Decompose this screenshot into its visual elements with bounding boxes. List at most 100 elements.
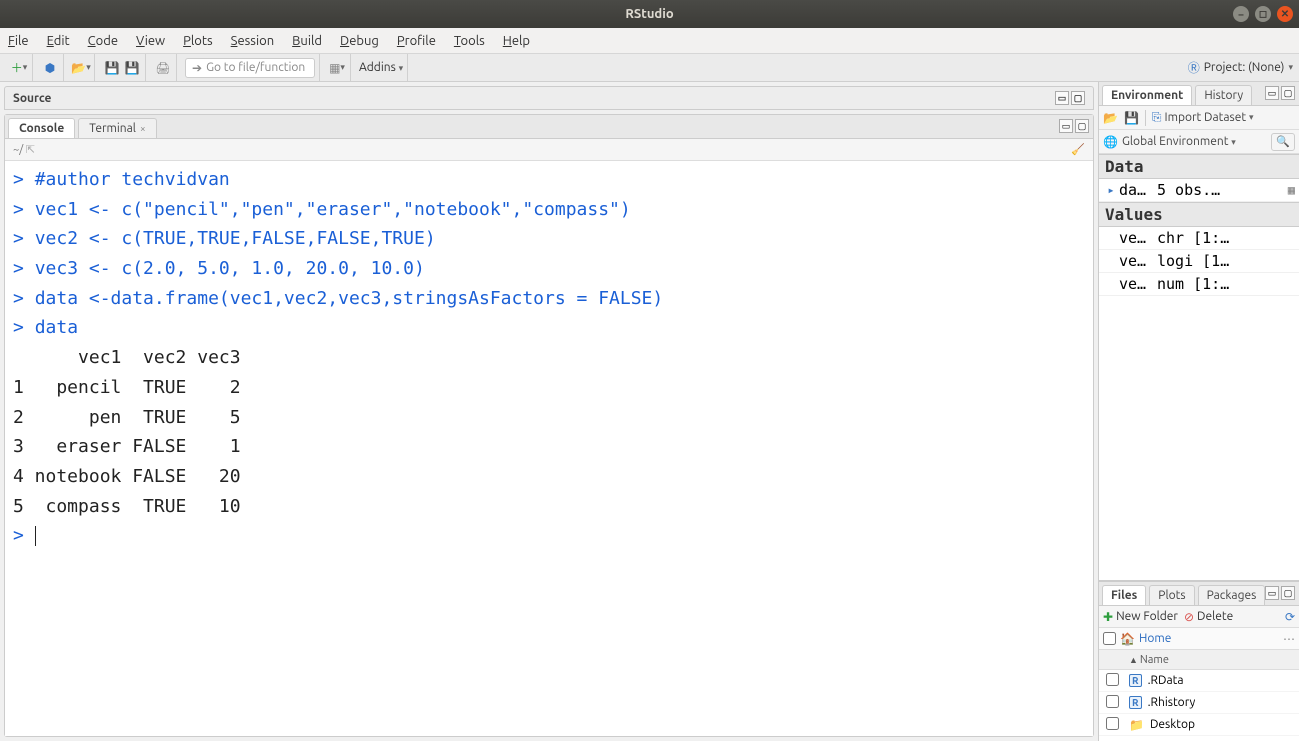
env-row[interactable]: ▸da…5 obs.…▦ [1099,179,1299,202]
source-pane-header: Source ▭ ▢ [4,86,1094,110]
grid-icon[interactable]: ▦▾ [328,59,346,77]
goto-file-input[interactable]: ➔ Go to file/function [185,58,315,78]
files-breadcrumb: 🏠 Home ⋯ [1099,628,1299,650]
files-name-column[interactable]: ▲Name [1125,654,1299,666]
env-minimize-icon[interactable]: ▭ [1265,86,1279,100]
menu-view[interactable]: View [136,34,165,48]
addins-menu[interactable]: Addins ▾ [359,61,403,74]
env-var-name: da… [1119,181,1153,199]
files-list[interactable]: R.RData R .Rhistory 📁 Desktop [1099,670,1299,741]
minimize-button[interactable]: – [1233,6,1249,22]
main-toolbar: ＋▾ ⬢ 📂▾ 💾 💾 🖨 ➔ Go to file/function ▦▾ A… [0,54,1299,82]
source-maximize-icon[interactable]: ▢ [1071,91,1085,105]
close-button[interactable]: ✕ [1277,6,1293,22]
close-icon[interactable]: × [140,123,146,134]
console-sub-toolbar: ~/ ⇱ 🧹 [5,139,1093,161]
environment-list[interactable]: Data▸da…5 obs.…▦Valuesve…chr [1:…ve…logi… [1099,154,1299,580]
env-search-input[interactable]: 🔍 [1271,133,1295,151]
window-title: RStudio [625,7,673,21]
titlebar: RStudio – ◻ ✕ [0,0,1299,28]
load-workspace-icon[interactable]: 📂 [1103,111,1118,125]
save-all-icon[interactable]: 💾 [123,59,141,77]
env-var-name: ve… [1119,252,1153,270]
menu-session[interactable]: Session [231,34,274,48]
file-row[interactable]: R .Rhistory [1099,692,1299,714]
file-name: Desktop [1150,718,1195,731]
menu-help[interactable]: Help [503,34,530,48]
folder-icon: 📁 [1129,718,1144,732]
env-var-name: ve… [1119,275,1153,293]
tab-packages[interactable]: Packages [1198,585,1266,605]
files-maximize-icon[interactable]: ▢ [1281,586,1295,600]
tab-console[interactable]: Console [8,118,75,138]
home-icon[interactable]: 🏠 [1120,632,1135,646]
menu-file[interactable]: File [8,34,29,48]
menu-edit[interactable]: Edit [47,34,70,48]
new-folder-icon: ✚ [1103,610,1113,624]
files-toolbar: ✚ New Folder ⊘ Delete ⟳ [1099,606,1299,628]
env-scope-toolbar: 🌐 Global Environment ▾ 🔍 [1099,130,1299,154]
menu-code[interactable]: Code [88,34,118,48]
console-cwd: ~/ [13,144,23,156]
project-selector[interactable]: Ⓡ Project: (None) ▾ [1188,59,1293,76]
console-minimize-icon[interactable]: ▭ [1059,119,1073,133]
file-row[interactable]: 📁 Desktop [1099,714,1299,736]
expand-icon[interactable]: ▸ [1103,183,1119,197]
files-minimize-icon[interactable]: ▭ [1265,586,1279,600]
breadcrumb-home[interactable]: Home [1139,632,1171,645]
menu-plots[interactable]: Plots [183,34,213,48]
file-name: .Rhistory [1148,696,1196,709]
save-workspace-icon[interactable]: 💾 [1124,111,1139,125]
files-select-all-checkbox[interactable] [1103,632,1116,645]
environment-tabs: Environment History ▭ ▢ [1099,82,1299,106]
env-row[interactable]: ve…chr [1:… [1099,227,1299,250]
env-var-value: 5 obs.… [1153,181,1288,199]
globe-icon: 🌐 [1103,135,1118,149]
r-logo-icon: Ⓡ [1188,59,1200,76]
menu-profile[interactable]: Profile [397,34,436,48]
menu-debug[interactable]: Debug [340,34,379,48]
env-scope-selector[interactable]: Global Environment ▾ [1122,135,1267,148]
new-project-icon[interactable]: ⬢ [41,59,59,77]
print-icon[interactable]: 🖨 [154,59,172,77]
menubar: File Edit Code View Plots Session Build Debug Pr… [0,28,1299,54]
tab-terminal[interactable]: Terminal × [78,118,156,138]
env-var-value: num [1:… [1153,275,1295,293]
source-minimize-icon[interactable]: ▭ [1055,91,1069,105]
new-folder-button[interactable]: ✚ New Folder [1103,610,1178,624]
tab-history[interactable]: History [1195,85,1252,105]
open-file-icon[interactable]: 📂▾ [72,59,90,77]
files-tabs: Files Plots Packages ▭ ▢ [1099,582,1299,606]
save-icon[interactable]: 💾 [103,59,121,77]
goto-arrow-icon: ➔ [192,61,202,75]
console-output[interactable]: > #author techvidvan > vec1 <- c("pencil… [5,161,1093,736]
files-header: ▲Name [1099,650,1299,670]
maximize-button[interactable]: ◻ [1255,6,1271,22]
env-row[interactable]: ve…num [1:… [1099,273,1299,296]
file-row[interactable]: R.RData [1099,670,1299,692]
env-toolbar: 📂 💾 ⎘ Import Dataset ▾ [1099,106,1299,130]
env-maximize-icon[interactable]: ▢ [1281,86,1295,100]
popout-icon[interactable]: ⇱ [26,144,35,156]
new-file-icon[interactable]: ＋▾ [10,59,28,77]
clear-console-icon[interactable]: 🧹 [1071,143,1085,156]
console-tabs: Console Terminal × ▭ ▢ [5,115,1093,139]
breadcrumb-more-icon[interactable]: ⋯ [1283,632,1295,646]
menu-build[interactable]: Build [292,34,322,48]
tab-files[interactable]: Files [1102,585,1146,605]
env-var-value: logi [1… [1153,252,1295,270]
env-row[interactable]: ve…logi [1… [1099,250,1299,273]
file-checkbox[interactable] [1106,695,1119,708]
env-var-value: chr [1:… [1153,229,1295,247]
file-checkbox[interactable] [1106,717,1119,730]
menu-tools[interactable]: Tools [454,34,485,48]
console-maximize-icon[interactable]: ▢ [1075,119,1089,133]
tab-plots[interactable]: Plots [1149,585,1194,605]
refresh-icon[interactable]: ⟳ [1285,610,1295,624]
rdata-icon: R [1129,696,1142,709]
tab-environment[interactable]: Environment [1102,85,1192,105]
delete-button[interactable]: ⊘ Delete [1184,610,1233,624]
import-dataset-menu[interactable]: ⎘ Import Dataset ▾ [1152,111,1254,125]
file-checkbox[interactable] [1106,673,1119,686]
view-data-icon[interactable]: ▦ [1288,183,1295,197]
